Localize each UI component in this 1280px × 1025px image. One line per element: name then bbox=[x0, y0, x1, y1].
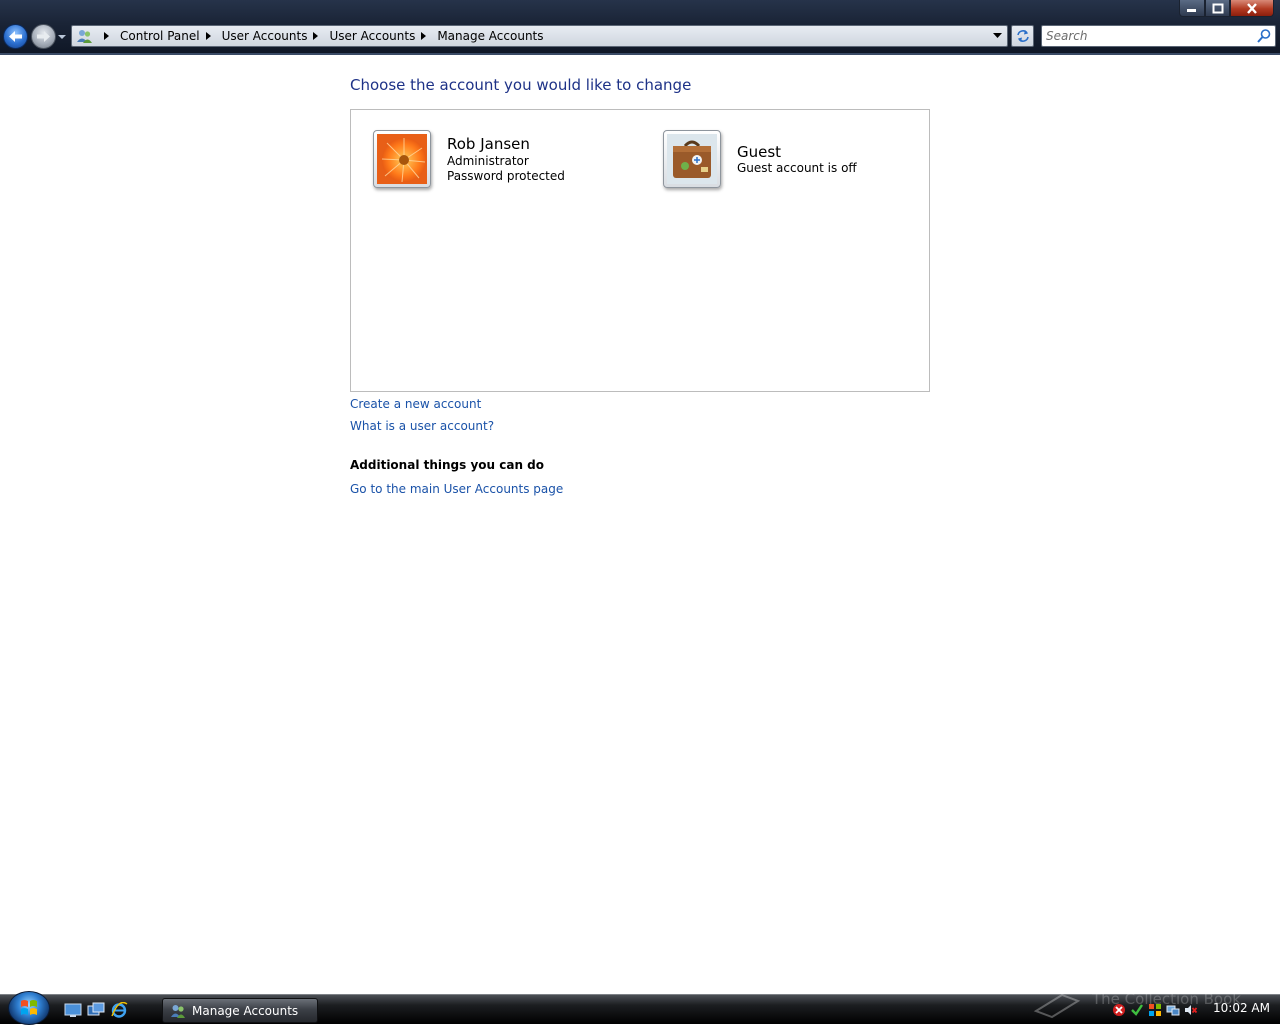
breadcrumb-user-accounts[interactable]: User Accounts bbox=[222, 29, 308, 43]
account-rob-jansen[interactable]: Rob Jansen Administrator Password protec… bbox=[373, 128, 643, 192]
start-button[interactable] bbox=[8, 991, 50, 1025]
network-icon[interactable] bbox=[1166, 1003, 1180, 1017]
breadcrumb-arrow-icon[interactable] bbox=[311, 31, 321, 41]
minimize-button[interactable] bbox=[1179, 0, 1205, 17]
refresh-button[interactable] bbox=[1011, 25, 1034, 47]
account-name: Rob Jansen bbox=[447, 135, 530, 153]
search-box bbox=[1041, 25, 1276, 47]
window-controls bbox=[1179, 0, 1274, 17]
switch-windows-icon[interactable] bbox=[87, 1002, 105, 1018]
accounts-panel: Rob Jansen Administrator Password protec… bbox=[350, 109, 930, 392]
what-is-user-account-link[interactable]: What is a user account? bbox=[350, 419, 494, 433]
user-accounts-icon bbox=[171, 1004, 185, 1018]
taskbar-button-manage-accounts[interactable]: Manage Accounts bbox=[162, 998, 318, 1023]
account-status: Password protected bbox=[447, 169, 565, 183]
breadcrumb-control-panel[interactable]: Control Panel bbox=[120, 29, 200, 43]
navigation-bar: Control Panel User Accounts User Account… bbox=[0, 0, 1280, 55]
breadcrumb-arrow-icon[interactable] bbox=[102, 31, 112, 41]
system-tray bbox=[1112, 1001, 1202, 1019]
chevron-down-icon bbox=[992, 33, 1002, 38]
breadcrumb-manage-accounts[interactable]: Manage Accounts bbox=[437, 29, 543, 43]
create-account-link[interactable]: Create a new account bbox=[350, 397, 481, 411]
forward-button[interactable] bbox=[31, 24, 56, 49]
additional-heading: Additional things you can do bbox=[350, 458, 545, 472]
breadcrumb-arrow-icon[interactable] bbox=[419, 31, 429, 41]
internet-explorer-icon[interactable] bbox=[110, 1002, 128, 1018]
volume-muted-icon[interactable] bbox=[1184, 1003, 1198, 1017]
address-dropdown-button[interactable] bbox=[989, 26, 1005, 46]
search-input[interactable] bbox=[1046, 28, 1251, 44]
account-name: Guest bbox=[737, 143, 782, 161]
account-status: Guest account is off bbox=[737, 161, 857, 175]
main-user-accounts-link[interactable]: Go to the main User Accounts page bbox=[350, 482, 563, 496]
avatar bbox=[373, 130, 431, 188]
search-icon[interactable] bbox=[1256, 28, 1272, 44]
restore-button[interactable] bbox=[1205, 0, 1230, 17]
orange-flower-icon bbox=[377, 134, 427, 184]
account-guest[interactable]: Guest Guest account is off bbox=[663, 128, 913, 192]
close-icon bbox=[1247, 2, 1257, 14]
refresh-icon bbox=[1016, 30, 1029, 42]
back-arrow-icon bbox=[9, 31, 22, 42]
check-shield-icon[interactable] bbox=[1130, 1003, 1144, 1017]
windows-flag-icon[interactable] bbox=[1148, 1003, 1162, 1017]
watermark-logo bbox=[1033, 993, 1081, 1019]
address-bar[interactable]: Control Panel User Accounts User Account… bbox=[71, 25, 1008, 47]
user-accounts-icon bbox=[77, 30, 92, 43]
taskbar: Manage Accounts The Collection Book 10:0… bbox=[0, 990, 1280, 1025]
minimize-icon bbox=[1187, 9, 1196, 12]
page-title: Choose the account you would like to cha… bbox=[350, 76, 692, 94]
avatar bbox=[663, 130, 721, 188]
forward-arrow-icon bbox=[37, 31, 50, 42]
breadcrumb-arrow-icon[interactable] bbox=[204, 31, 214, 41]
windows-logo-icon bbox=[21, 1000, 37, 1015]
account-role: Administrator bbox=[447, 154, 529, 168]
breadcrumb: Control Panel User Accounts User Account… bbox=[98, 26, 544, 46]
breadcrumb-user-accounts-sub[interactable]: User Accounts bbox=[329, 29, 415, 43]
clock[interactable]: 10:02 AM bbox=[1213, 1001, 1270, 1015]
show-desktop-icon[interactable] bbox=[64, 1002, 82, 1018]
suitcase-icon bbox=[667, 134, 717, 184]
taskbar-button-label: Manage Accounts bbox=[192, 1003, 299, 1018]
close-button[interactable] bbox=[1230, 0, 1274, 17]
security-alert-icon[interactable] bbox=[1112, 1003, 1126, 1017]
back-button[interactable] bbox=[3, 24, 28, 49]
recent-pages-dropdown-icon[interactable] bbox=[58, 33, 66, 41]
restore-icon bbox=[1212, 3, 1223, 13]
